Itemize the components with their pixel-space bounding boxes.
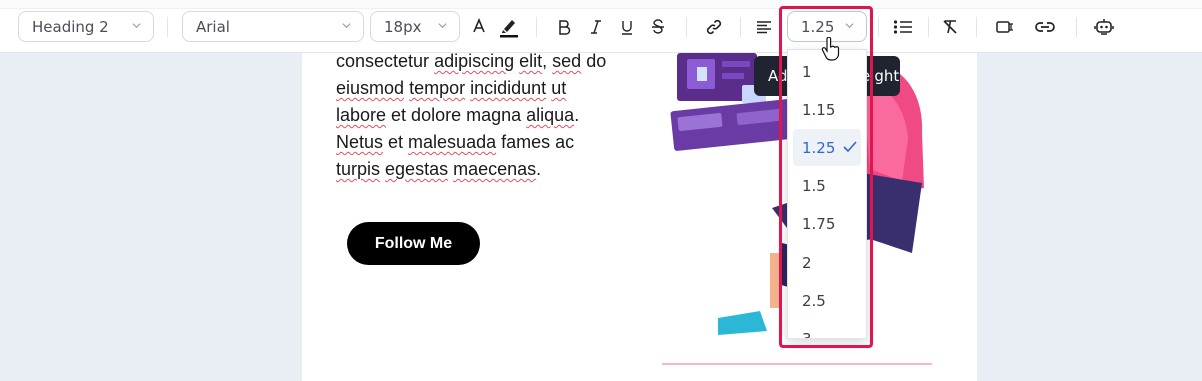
clear-format-icon bbox=[943, 20, 957, 34]
email-canvas: consectetur adipiscing elit, sed do eiusm… bbox=[302, 51, 977, 381]
text-fragment: do bbox=[581, 51, 607, 71]
option-label: 1.15 bbox=[802, 100, 836, 119]
insert-button-button[interactable] bbox=[992, 14, 1018, 40]
underline-button[interactable] bbox=[614, 14, 640, 40]
align-button[interactable] bbox=[751, 14, 777, 40]
option-label: 2 bbox=[802, 253, 812, 272]
text-fragment: et dolore magna bbox=[386, 105, 527, 125]
font-size-select[interactable]: 18px bbox=[370, 11, 460, 42]
spellcheck-word: turpis bbox=[336, 159, 381, 179]
text-fragment: . bbox=[536, 159, 542, 179]
highlighter-icon bbox=[500, 20, 518, 38]
text-fragment: . bbox=[574, 105, 580, 125]
text-fragment: fames ac bbox=[496, 132, 575, 152]
chevron-down-icon bbox=[342, 23, 351, 29]
block-style-value: Heading 2 bbox=[32, 17, 109, 36]
italic-button[interactable] bbox=[583, 14, 609, 40]
clear-formatting-button[interactable] bbox=[937, 14, 963, 40]
text-color-button[interactable] bbox=[466, 14, 492, 40]
chain-icon bbox=[1035, 22, 1055, 32]
line-height-option-1-15[interactable]: 1.15 bbox=[793, 91, 861, 128]
spellcheck-word: adipiscing bbox=[434, 51, 515, 71]
bullet-list-icon bbox=[893, 20, 912, 34]
underline-icon bbox=[622, 20, 632, 35]
strikethrough-icon bbox=[652, 19, 664, 34]
text-fragment: , bbox=[542, 51, 553, 71]
spellcheck-word: ut bbox=[551, 78, 567, 98]
toolbar-divider bbox=[976, 17, 977, 37]
checkmark-icon bbox=[843, 141, 857, 153]
option-label: 3 bbox=[802, 329, 812, 339]
spellcheck-word: sed bbox=[552, 51, 582, 71]
highlight-color-button[interactable] bbox=[496, 14, 522, 40]
line-height-option-1-25[interactable]: 1.25 bbox=[793, 129, 861, 167]
body-paragraph[interactable]: consectetur adipiscing elit, sed do eiusm… bbox=[336, 48, 636, 183]
line-height-option-1-75[interactable]: 1.75 bbox=[793, 206, 861, 243]
option-label: 1.5 bbox=[802, 177, 826, 196]
option-label: 2.5 bbox=[802, 291, 826, 310]
paragraph-line: consectetur adipiscing elit, sed do bbox=[336, 48, 636, 75]
spellcheck-word: tempor bbox=[409, 78, 466, 98]
italic-icon bbox=[591, 20, 601, 34]
line-height-option-2[interactable]: 2 bbox=[793, 244, 861, 281]
text-fragment: consectetur bbox=[336, 51, 435, 71]
toolbar-divider bbox=[686, 17, 687, 37]
paragraph-line: eiusmod tempor incididunt ut bbox=[336, 75, 636, 102]
paragraph-line: labore et dolore magna aliqua. bbox=[336, 102, 636, 129]
bold-icon bbox=[559, 20, 571, 35]
chevron-down-icon bbox=[438, 23, 447, 29]
spellcheck-word: malesuada bbox=[408, 132, 497, 152]
option-label: 1 bbox=[802, 62, 812, 81]
toolbar-divider bbox=[536, 17, 537, 37]
hand-pointer-cursor-icon bbox=[821, 37, 840, 61]
spellcheck-word: maecenas bbox=[453, 159, 537, 179]
toolbar-divider bbox=[928, 17, 929, 37]
align-left-icon bbox=[757, 21, 771, 34]
ai-assistant-button[interactable] bbox=[1091, 14, 1117, 40]
spellcheck-word: labore bbox=[336, 105, 387, 125]
font-color-icon bbox=[473, 18, 485, 33]
spellcheck-word: Netus bbox=[336, 132, 384, 152]
spellcheck-word: eiusmod bbox=[336, 78, 405, 98]
link-icon bbox=[706, 19, 722, 35]
text-fragment: et bbox=[383, 132, 409, 152]
button-insert-icon bbox=[996, 21, 1013, 33]
spellcheck-word: incididunt bbox=[470, 78, 547, 98]
toolbar-divider bbox=[1076, 17, 1077, 37]
robot-icon bbox=[1094, 19, 1114, 35]
link-button[interactable] bbox=[701, 14, 727, 40]
line-height-value: 1.25 bbox=[801, 17, 835, 36]
insert-link-button-button[interactable] bbox=[1032, 14, 1058, 40]
font-size-value: 18px bbox=[384, 17, 422, 36]
toolbar-divider bbox=[878, 17, 879, 37]
font-family-select[interactable]: Arial bbox=[182, 11, 364, 42]
font-family-value: Arial bbox=[196, 17, 230, 36]
editor-toolbar: Heading 2 Arial 18px 1.25 bbox=[0, 0, 1202, 53]
line-height-option-3[interactable]: 3 bbox=[793, 320, 861, 339]
divider-line bbox=[662, 363, 932, 365]
chevron-down-icon bbox=[845, 23, 854, 29]
toolbar-divider bbox=[167, 17, 168, 37]
follow-me-button[interactable]: Follow Me bbox=[347, 222, 480, 265]
spellcheck-word: aliqua bbox=[526, 105, 575, 125]
line-height-option-2-5[interactable]: 2.5 bbox=[793, 282, 861, 319]
line-height-dropdown: 1 1.15 1.25 1.5 1.75 2 2.5 3 bbox=[787, 49, 867, 339]
option-label: 1.75 bbox=[802, 215, 836, 234]
bulleted-list-button[interactable] bbox=[890, 14, 916, 40]
paragraph-line: turpis egestas maecenas. bbox=[336, 156, 636, 183]
block-style-select[interactable]: Heading 2 bbox=[18, 11, 154, 42]
spellcheck-word: elit bbox=[519, 51, 543, 71]
line-height-option-1-5[interactable]: 1.5 bbox=[793, 168, 861, 205]
strikethrough-button[interactable] bbox=[645, 14, 671, 40]
bold-button[interactable] bbox=[551, 14, 577, 40]
paragraph-line: Netus et malesuada fames ac bbox=[336, 129, 636, 156]
spellcheck-word: egestas bbox=[385, 159, 449, 179]
chevron-down-icon bbox=[132, 23, 141, 29]
option-label: 1.25 bbox=[802, 138, 836, 157]
toolbar-divider bbox=[740, 17, 741, 37]
